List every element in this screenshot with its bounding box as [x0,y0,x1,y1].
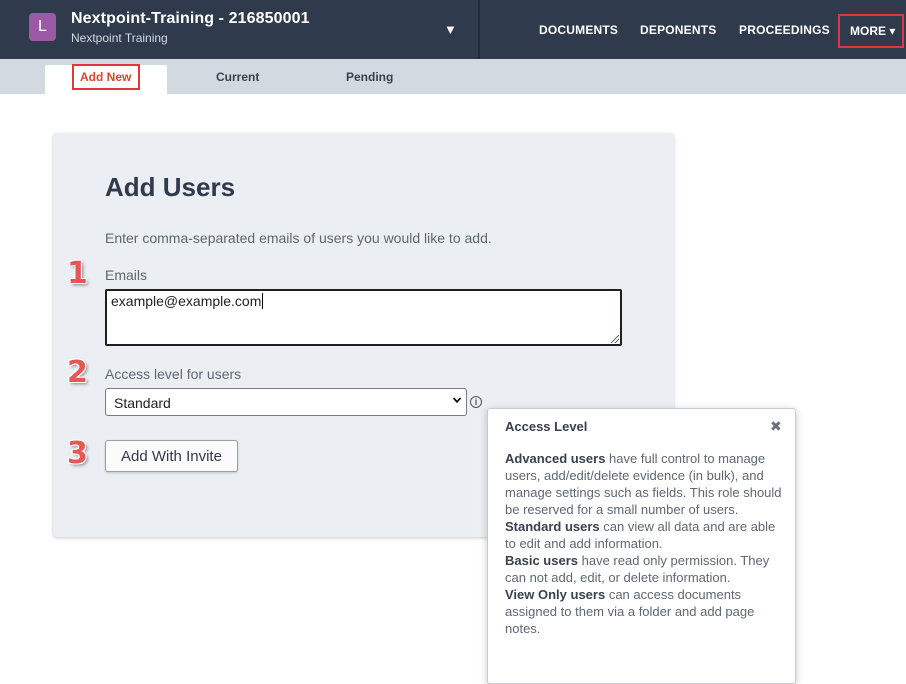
emails-field[interactable]: example@example.com [105,289,622,346]
case-dropdown-icon[interactable]: ▼ [444,22,457,37]
nav-more-button[interactable]: MORE ▾ [838,14,904,48]
top-navigation-bar: L Nextpoint-Training - 216850001 Nextpoi… [0,0,906,59]
info-icon[interactable]: i [470,396,482,408]
advanced-users-desc: Advanced users have full control to mana… [505,451,782,517]
add-with-invite-button[interactable]: Add With Invite [105,440,238,472]
nav-deponents[interactable]: DEPONENTS [640,23,716,37]
case-title[interactable]: Nextpoint-Training - 216850001 [71,10,310,28]
step-marker-2: 2 [67,355,88,390]
step-marker-1: 1 [67,256,88,291]
nav-more-label: MORE ▾ [850,24,896,38]
nav-proceedings[interactable]: PROCEEDINGS [739,23,830,37]
standard-users-desc: Standard users can view all data and are… [505,519,776,551]
nav-divider [478,0,480,59]
view-only-users-desc: View Only users can access documents ass… [505,587,755,636]
nav-documents[interactable]: DOCUMENTS [539,23,618,37]
popover-body: Advanced users have full control to mana… [505,450,787,637]
case-subtitle: Nextpoint Training [71,31,168,45]
tab-add-new-label: Add New [80,70,132,84]
access-level-label: Access level for users [105,366,242,382]
case-avatar[interactable]: L [29,13,56,41]
page-title: Add Users [105,172,236,202]
popover-title: Access Level [505,419,588,434]
tab-add-new[interactable]: Add New [72,64,140,90]
emails-label: Emails [105,267,148,283]
chevron-down-icon [452,397,462,404]
resize-handle-icon[interactable] [611,335,619,343]
close-icon[interactable]: ✖ [770,418,782,435]
step-marker-3: 3 [67,436,88,471]
access-level-select[interactable]: Standard [105,388,467,416]
access-level-selected: Standard [114,395,171,411]
form-description: Enter comma-separated emails of users yo… [105,230,492,246]
emails-field-value: example@example.com [111,293,264,309]
basic-users-desc: Basic users have read only permission. T… [505,553,770,585]
tab-pending[interactable]: Pending [346,70,393,84]
tab-current[interactable]: Current [216,70,259,84]
